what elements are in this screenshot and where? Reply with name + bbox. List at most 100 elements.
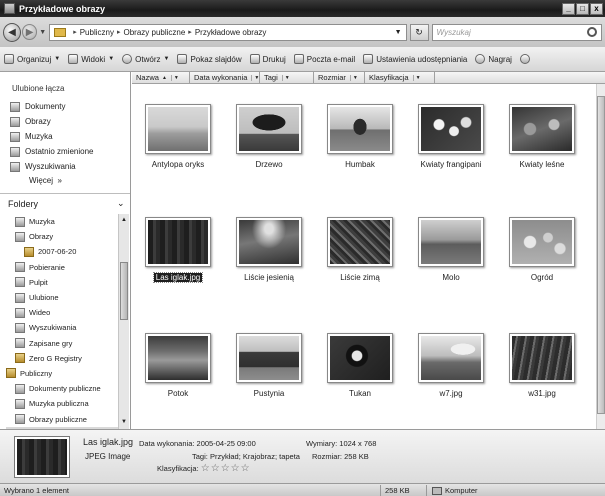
folder-tree-item[interactable]: Zapisane gry [6,336,118,351]
recent-pages-dropdown[interactable]: ▼ [39,29,46,36]
address-dropdown[interactable]: ▼ [395,29,402,36]
file-item[interactable]: Liście zimą [316,217,404,282]
address-bar[interactable]: ▸ Publiczny ▸ Obrazy publiczne ▸ Przykła… [49,23,407,41]
file-caption[interactable]: Liście zimą [340,273,380,282]
file-item[interactable]: Antylopa oryks [134,104,222,169]
file-thumbnail[interactable] [509,333,575,383]
folder-tree-item[interactable]: Obrazy [6,229,118,244]
file-thumbnail[interactable] [145,217,211,267]
file-thumbnail[interactable] [418,333,484,383]
file-item[interactable]: Ogród [498,217,586,282]
folder-tree-item[interactable]: Muzyka publiczna [6,396,118,411]
folder-tree-item[interactable]: Muzyka [6,214,118,229]
file-caption[interactable]: w7.jpg [439,389,462,398]
print-button[interactable]: Drukuj [249,54,286,64]
folder-tree-item[interactable]: Publiczny [6,366,118,381]
column-rating[interactable]: Klasyfikacja ▼ [365,71,435,84]
file-item[interactable]: Kwiaty leśne [498,104,586,169]
breadcrumb-publiczny[interactable]: Publiczny [80,28,114,37]
file-caption[interactable]: Potok [168,389,188,398]
favorite-link[interactable]: Ostatnio zmienione [10,144,93,159]
more-link[interactable]: Więcej » [29,176,62,185]
column-size[interactable]: Rozmiar ▼ [314,71,365,84]
organize-button[interactable]: Organizuj ▼ [4,54,60,64]
folder-tree-item[interactable]: Zero G Registry [6,351,118,366]
file-caption[interactable]: Liście jesienią [244,273,294,282]
scroll-down-icon[interactable]: ▼ [120,418,128,427]
file-item[interactable]: Liście jesienią [225,217,313,282]
folder-tree-item[interactable]: Dokumenty publiczne [6,381,118,396]
file-item[interactable]: Pustynia [225,333,313,398]
file-item[interactable]: Potok [134,333,222,398]
favorite-link[interactable]: Obrazy [10,114,93,129]
breadcrumb-przykladowe-obrazy[interactable]: Przykładowe obrazy [195,28,267,37]
minimize-button[interactable]: _ [562,2,575,15]
search-input[interactable]: Wyszukaj [431,23,602,41]
folder-tree-item[interactable]: Obrazy publiczne [6,411,118,426]
folder-tree-item[interactable]: Pulpit [6,275,118,290]
close-button[interactable]: x [590,2,603,15]
slideshow-button[interactable]: Pokaz slajdów [177,54,242,64]
file-item[interactable]: Drzewo [225,104,313,169]
file-caption[interactable]: Tukan [349,389,371,398]
file-thumbnail[interactable] [327,217,393,267]
file-item[interactable]: Molo [407,217,495,282]
open-button[interactable]: Otwórz ▼ [122,54,169,64]
file-thumbnail[interactable] [236,104,302,154]
favorite-link[interactable]: Dokumenty [10,99,93,114]
file-caption[interactable]: Antylopa oryks [152,160,204,169]
file-caption[interactable]: Kwiaty leśne [520,160,565,169]
forward-button[interactable]: ▶ [22,24,38,40]
chevron-down-icon[interactable]: ⌄ [117,198,125,209]
folder-tree-item[interactable]: Wyszukiwania [6,320,118,335]
file-thumbnail[interactable] [509,217,575,267]
favorite-link[interactable]: Wyszukiwania [10,159,93,174]
file-caption[interactable]: Molo [442,273,459,282]
file-thumbnail[interactable] [327,333,393,383]
file-caption[interactable]: Las iglak.jpg [152,272,204,283]
back-button[interactable]: ◀ [3,22,22,42]
scroll-up-icon[interactable]: ▲ [120,216,128,225]
file-caption[interactable]: Pustynia [254,389,285,398]
burn-button[interactable]: Nagraj [475,54,512,64]
file-thumbnail[interactable] [327,104,393,154]
file-thumbnail[interactable] [145,104,211,154]
folder-tree-item[interactable]: 2007-06-20 [6,244,118,259]
pane-divider[interactable] [0,193,130,194]
file-caption[interactable]: w31.jpg [528,389,556,398]
file-caption[interactable]: Humbak [345,160,375,169]
file-thumbnail[interactable] [509,104,575,154]
file-thumbnail[interactable] [236,217,302,267]
file-caption[interactable]: Drzewo [255,160,282,169]
folder-tree-item[interactable]: Wideo [6,305,118,320]
file-caption[interactable]: Ogród [531,273,553,282]
file-item[interactable]: w7.jpg [407,333,495,398]
maximize-button[interactable]: □ [576,2,589,15]
refresh-button[interactable]: ↻ [409,23,429,41]
file-thumbnail[interactable] [145,333,211,383]
rating-stars[interactable]: ☆☆☆☆☆ [201,463,251,474]
file-item[interactable]: Las iglak.jpg [134,217,222,283]
breadcrumb-obrazy-publiczne[interactable]: Obrazy publiczne [123,28,185,37]
column-name[interactable]: Nazwa ▲ ▼ [132,71,190,84]
column-tags[interactable]: Tagi ▼ [260,71,314,84]
search-icon[interactable] [587,27,597,37]
file-caption[interactable]: Kwiaty frangipani [421,160,482,169]
folder-tree-scrollbar[interactable]: ▲ ▼ [118,214,129,429]
views-button[interactable]: Widoki ▼ [68,54,114,64]
file-view-scrollbar[interactable] [596,84,605,429]
folder-tree-item[interactable]: Ulubione [6,290,118,305]
help-button[interactable] [519,54,530,64]
share-settings-button[interactable]: Ustawienia udostępniania [363,54,467,64]
file-thumbnail[interactable] [236,333,302,383]
file-item[interactable]: Kwiaty frangipani [407,104,495,169]
email-button[interactable]: Poczta e-mail [293,54,355,64]
file-thumbnail[interactable] [418,104,484,154]
file-item[interactable]: Tukan [316,333,404,398]
scrollbar-thumb[interactable] [597,96,605,414]
file-item[interactable]: w31.jpg [498,333,586,398]
column-date[interactable]: Data wykonania ▼ [190,71,260,84]
folders-title[interactable]: Foldery [8,199,38,209]
favorite-link[interactable]: Muzyka [10,129,93,144]
scrollbar-thumb[interactable] [120,262,128,320]
